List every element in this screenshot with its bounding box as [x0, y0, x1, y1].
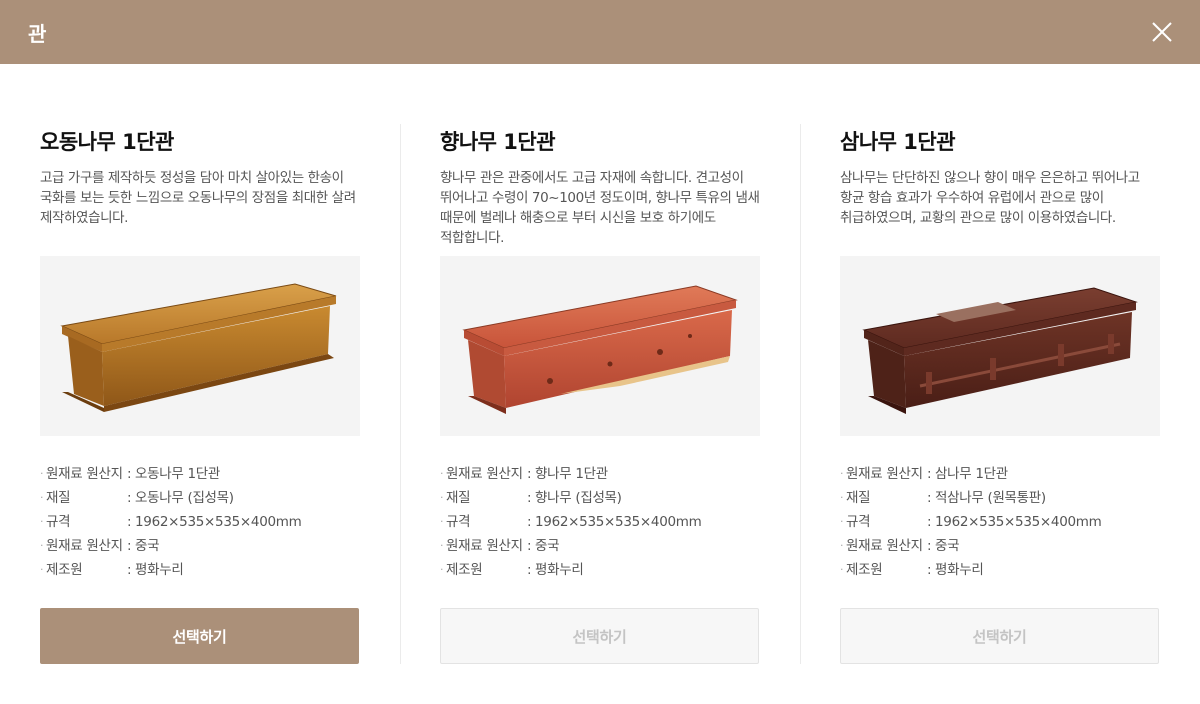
- close-button[interactable]: [1150, 20, 1174, 44]
- spec-row: · 제조원: 평화누리: [840, 562, 984, 578]
- spec-row: · 재질: 오동나무 (집성목): [40, 490, 234, 506]
- spec-row: · 원재료 원산지: 향나무 1단관: [440, 466, 608, 482]
- product-image: [40, 256, 360, 436]
- product-title: 삼나무 1단관: [840, 130, 956, 154]
- product-description: 향나무 관은 관중에서도 고급 자재에 속합니다. 견고성이 뛰어나고 수령이 …: [440, 170, 760, 246]
- modal-title: 관: [28, 21, 47, 46]
- column-divider: [400, 124, 401, 664]
- select-button[interactable]: 선택하기: [840, 608, 1159, 664]
- select-button[interactable]: 선택하기: [440, 608, 759, 664]
- spec-row: · 제조원: 평화누리: [440, 562, 584, 578]
- column-divider: [800, 124, 801, 664]
- product-image: [440, 256, 760, 436]
- product-card-hyang: 향나무 1단관 향나무 관은 관중에서도 고급 자재에 속합니다. 견고성이 뛰…: [440, 124, 760, 664]
- product-specs: · 원재료 원산지: 향나무 1단관 · 재질: 향나무 (집성목) · 규격:1962×…: [440, 464, 760, 584]
- product-specs: · 원재료 원산지: 삼나무 1단관 · 재질: 적삼나무 (원목통판) · 규격:196…: [840, 464, 1160, 584]
- product-image: [840, 256, 1160, 436]
- product-card-sam: 삼나무 1단관 삼나무는 단단하진 않으나 향이 매우 은은하고 뛰어나고 항균…: [840, 124, 1160, 664]
- spec-row: · 원재료 원산지: 오동나무 1단관: [40, 466, 221, 482]
- product-card-odong: 오동나무 1단관 고급 가구를 제작하듯 정성을 담아 마치 살아있는 한송이 …: [40, 124, 360, 664]
- spec-row: · 규격:1962×535×535×400mm: [440, 514, 702, 530]
- spec-row: · 규격:1962×535×535×400mm: [840, 514, 1102, 530]
- spec-row: · 원재료 원산지: 삼나무 1단관: [840, 466, 1008, 482]
- modal-header: 관: [0, 0, 1200, 64]
- product-list: 오동나무 1단관 고급 가구를 제작하듯 정성을 담아 마치 살아있는 한송이 …: [0, 124, 1200, 664]
- spec-row: · 재질: 향나무 (집성목): [440, 490, 622, 506]
- spec-row: · 재질: 적삼나무 (원목통판): [840, 490, 1046, 506]
- product-title: 향나무 1단관: [440, 130, 556, 154]
- product-specs: · 원재료 원산지: 오동나무 1단관 · 재질: 오동나무 (집성목) · 규격:196…: [40, 464, 360, 584]
- spec-row: · 원재료 원산지: 중국: [40, 538, 160, 554]
- spec-row: · 제조원: 평화누리: [40, 562, 184, 578]
- select-button[interactable]: 선택하기: [40, 608, 359, 664]
- spec-row: · 원재료 원산지: 중국: [840, 538, 960, 554]
- close-icon: [1152, 22, 1172, 42]
- spec-row: · 규격:1962×535×535×400mm: [40, 514, 302, 530]
- spec-row: · 원재료 원산지: 중국: [440, 538, 560, 554]
- product-description: 삼나무는 단단하진 않으나 향이 매우 은은하고 뛰어나고 항균 항습 효과가 …: [840, 170, 1140, 226]
- product-title: 오동나무 1단관: [40, 130, 174, 154]
- product-description: 고급 가구를 제작하듯 정성을 담아 마치 살아있는 한송이 국화를 보는 듯한…: [40, 170, 356, 226]
